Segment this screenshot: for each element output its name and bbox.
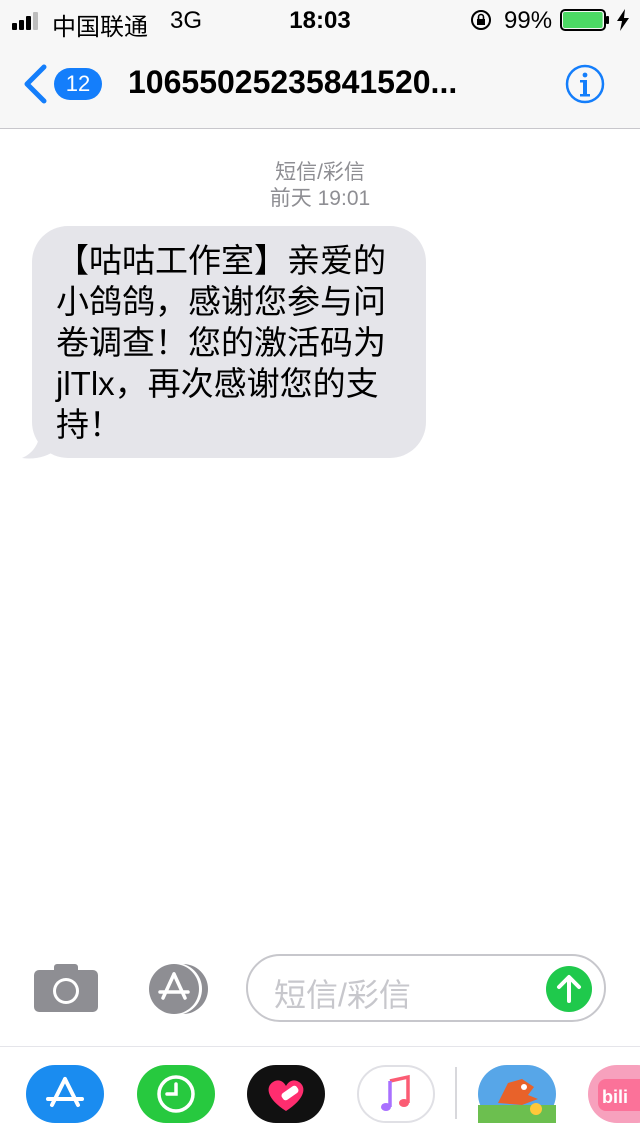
battery-icon	[560, 9, 609, 31]
app-store-drawer-icon[interactable]	[138, 962, 214, 1016]
message-placeholder: 短信/彩信	[274, 977, 411, 1013]
digital-touch-icon[interactable]	[137, 1065, 215, 1123]
heart-sticker-icon[interactable]	[247, 1065, 325, 1123]
message-text: 【咕咕工作室】亲爱的小鸽鸽，感谢您参与问卷调查！您的激活码为jlTlx，再次感谢…	[56, 242, 386, 443]
back-button[interactable]: 12	[22, 62, 108, 106]
app-store-icon[interactable]	[26, 1065, 104, 1123]
music-icon[interactable]	[357, 1065, 435, 1123]
camera-icon[interactable]	[32, 962, 100, 1014]
unread-count-badge: 12	[54, 68, 102, 100]
nav-bar: 12 1065502523584152​0...	[0, 40, 640, 129]
message-timestamp: 前天 19:01	[269, 187, 371, 210]
drawer-divider	[455, 1067, 457, 1119]
bilibili-icon[interactable]: bili	[588, 1065, 640, 1123]
game-dragon-icon[interactable]	[478, 1065, 556, 1123]
app-drawer: bili	[0, 1046, 640, 1137]
battery-percent: 99%	[504, 7, 553, 34]
status-bar: 中国联通 3G 18:03 99%	[0, 0, 640, 41]
conversation-title[interactable]: 1065502523584152​0...	[128, 64, 518, 101]
info-icon[interactable]	[565, 64, 605, 104]
charging-bolt-icon	[617, 9, 629, 31]
rotation-lock-icon	[471, 10, 491, 30]
message-input[interactable]: 短信/彩信	[246, 954, 606, 1022]
chevron-left-icon	[24, 64, 47, 104]
svg-text:bili: bili	[602, 1087, 628, 1107]
send-arrow-icon[interactable]	[546, 966, 592, 1012]
